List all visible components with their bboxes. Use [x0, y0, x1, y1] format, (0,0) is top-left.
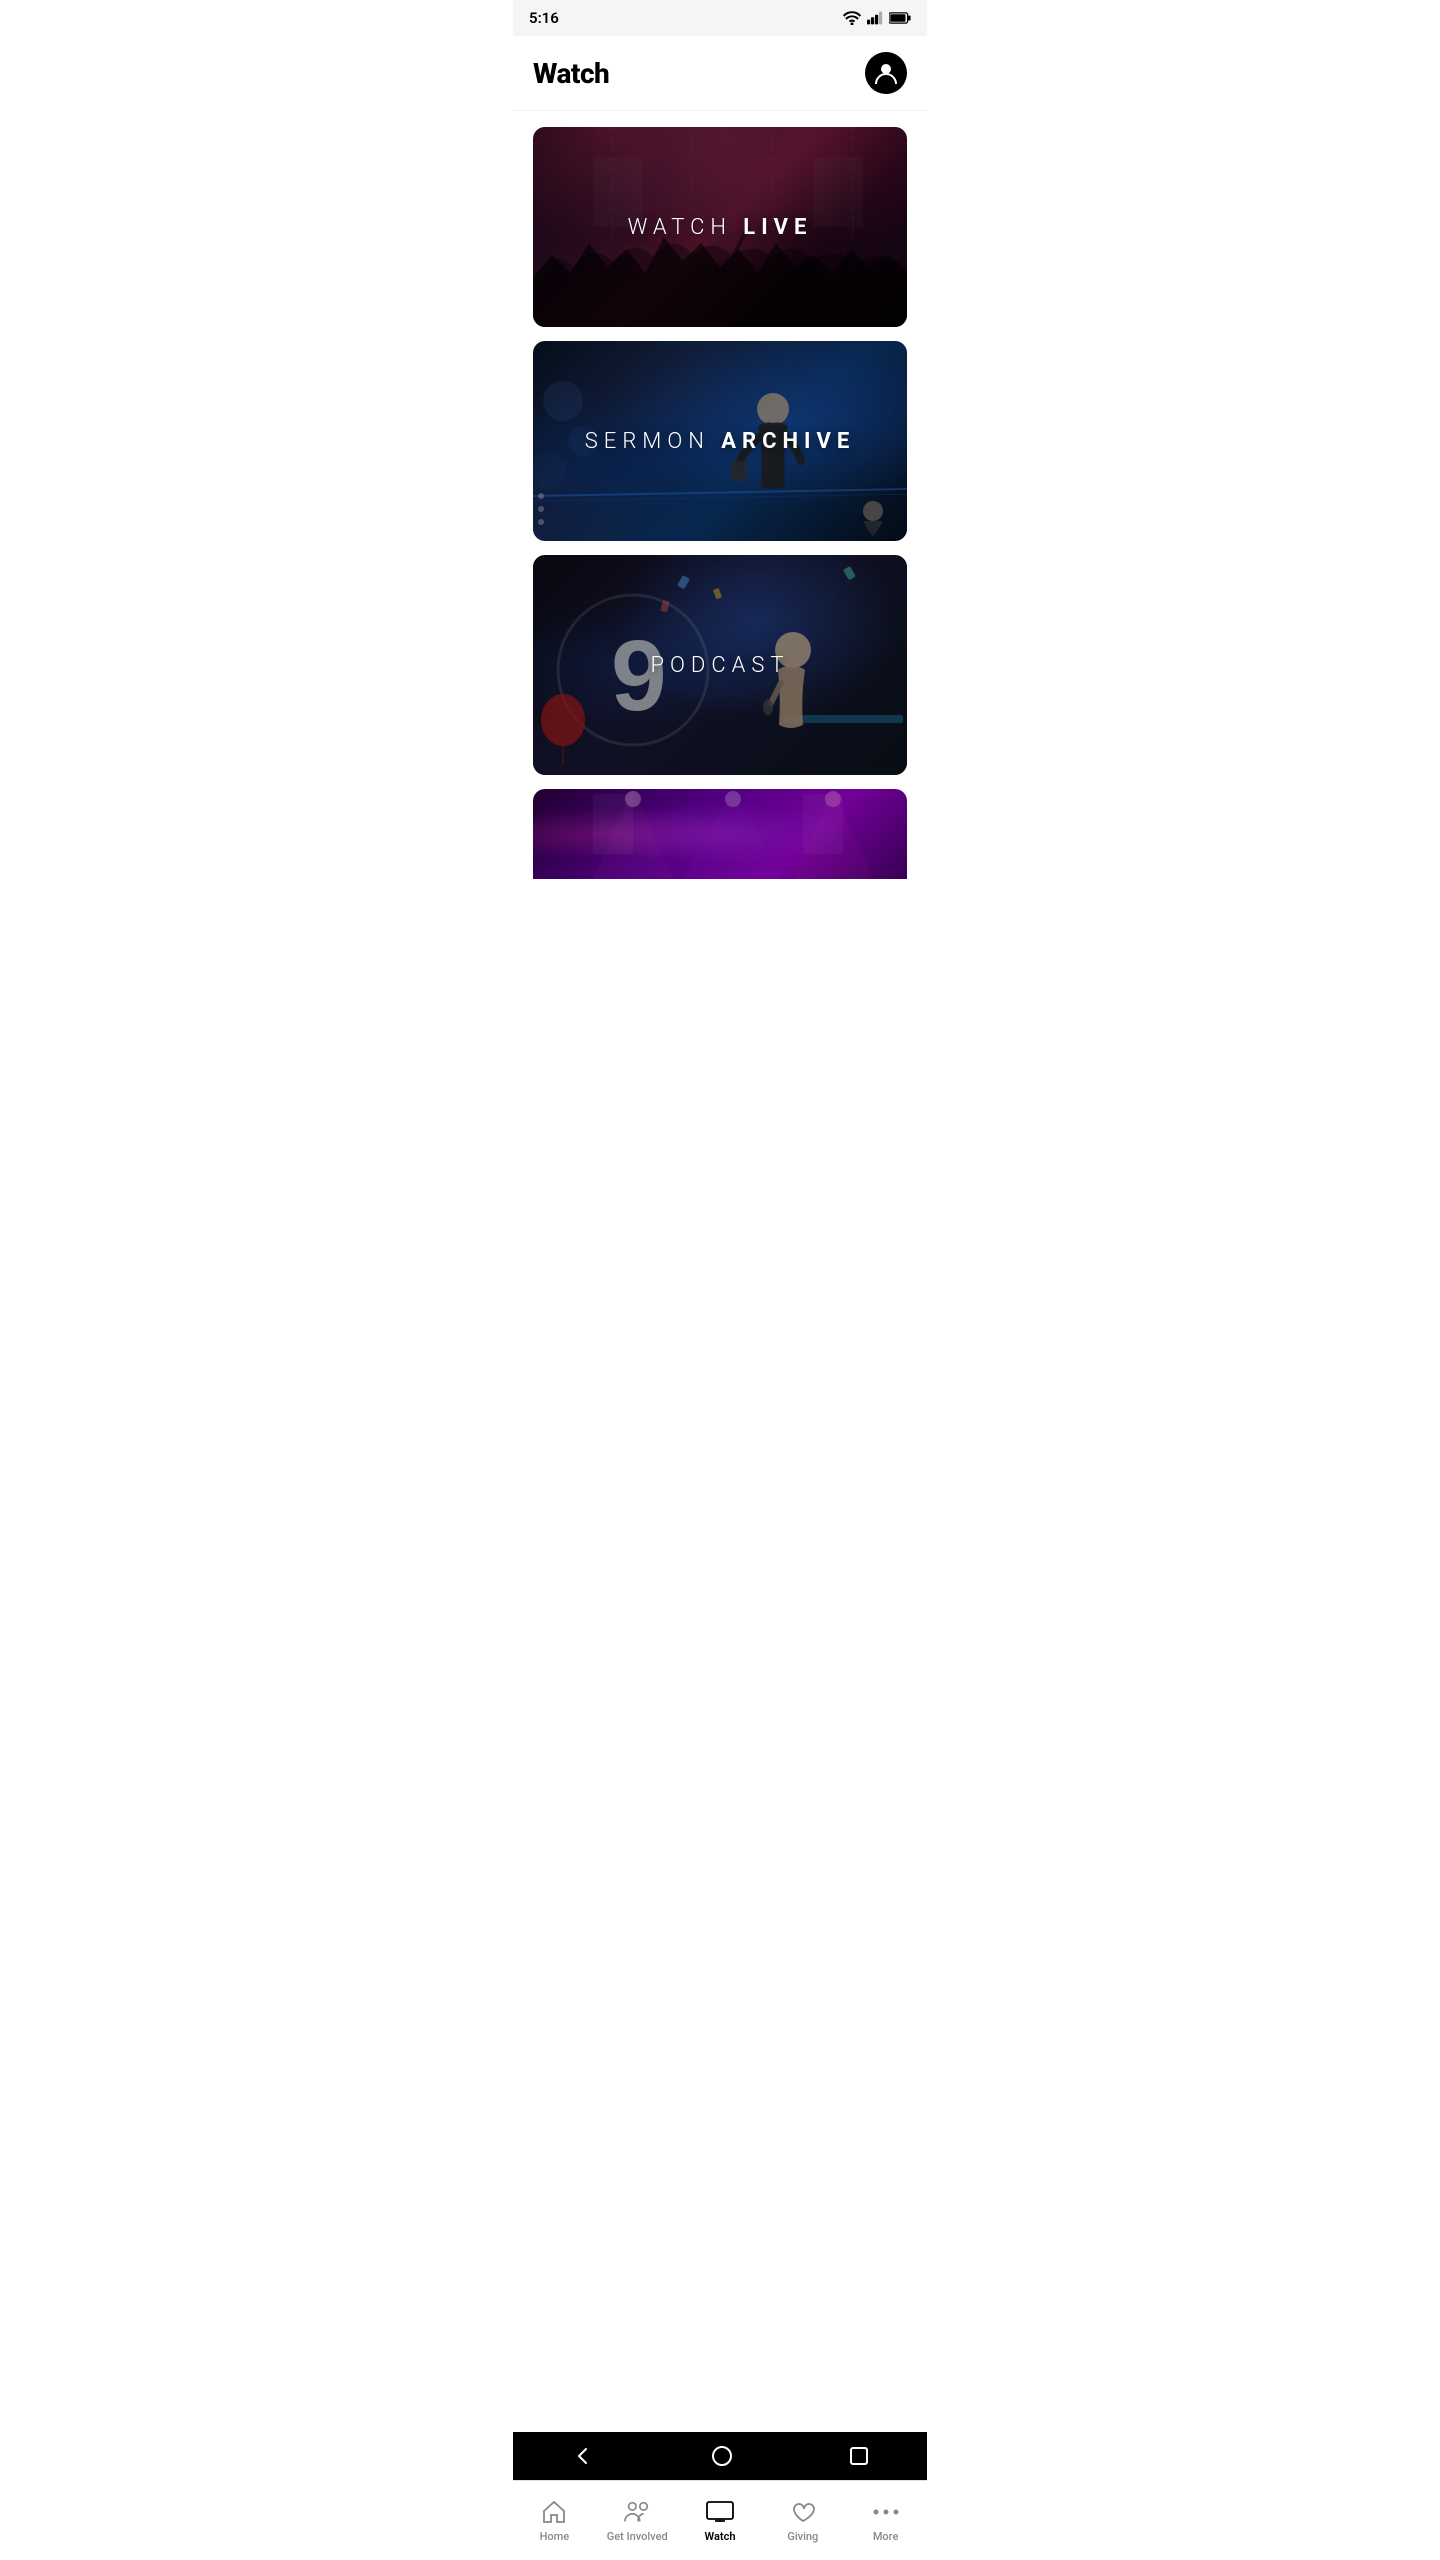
- card-label: WATCH LIVE: [533, 127, 907, 327]
- avatar-button[interactable]: [865, 52, 907, 94]
- nav-label-giving: Giving: [787, 2530, 818, 2543]
- android-home-icon[interactable]: [711, 2445, 733, 2467]
- back-arrow-icon[interactable]: [572, 2445, 594, 2467]
- wifi-icon: [843, 11, 861, 25]
- watch-icon: [706, 2498, 734, 2526]
- signal-icon: [867, 11, 883, 25]
- bottom-nav: Home Get Involved Watch: [513, 2480, 927, 2560]
- header: Watch: [513, 36, 927, 111]
- card-label: SERMON ARCHIVE: [533, 341, 907, 541]
- status-bar: 5:16: [513, 0, 927, 36]
- giving-icon: [789, 2498, 817, 2526]
- watch-live-card[interactable]: WATCH LIVE: [533, 127, 907, 327]
- nav-label-get-involved: Get Involved: [607, 2530, 668, 2543]
- home-icon: [540, 2498, 568, 2526]
- podcast-card[interactable]: 9 PODCAST: [533, 555, 907, 775]
- nav-item-get-involved[interactable]: Get Involved: [596, 2481, 679, 2560]
- page-title: Watch: [533, 57, 609, 90]
- more-icon: [872, 2498, 900, 2526]
- podcast-label: PODCAST: [650, 653, 789, 678]
- sermon-archive-card[interactable]: SERMON ARCHIVE: [533, 341, 907, 541]
- nav-item-giving[interactable]: Giving: [761, 2481, 844, 2560]
- nav-item-watch[interactable]: Watch: [679, 2481, 762, 2560]
- card-overlay: [533, 789, 907, 879]
- nav-label-home: Home: [540, 2530, 570, 2543]
- user-avatar-icon: [873, 60, 899, 86]
- android-recent-icon[interactable]: [850, 2447, 868, 2465]
- nav-item-more[interactable]: More: [844, 2481, 927, 2560]
- watch-live-label: WATCH LIVE: [628, 215, 813, 240]
- status-time: 5:16: [529, 9, 559, 27]
- sermon-archive-label: SERMON ARCHIVE: [585, 429, 855, 454]
- nav-item-home[interactable]: Home: [513, 2481, 596, 2560]
- card-label: PODCAST: [533, 555, 907, 775]
- fourth-card[interactable]: [533, 789, 907, 879]
- status-icons: [843, 11, 911, 25]
- android-nav-bar: [513, 2432, 927, 2480]
- battery-icon: [889, 12, 911, 24]
- nav-label-watch: Watch: [705, 2530, 736, 2543]
- main-content: WATCH LIVE: [513, 111, 927, 979]
- nav-label-more: More: [873, 2530, 899, 2543]
- get-involved-icon: [623, 2498, 651, 2526]
